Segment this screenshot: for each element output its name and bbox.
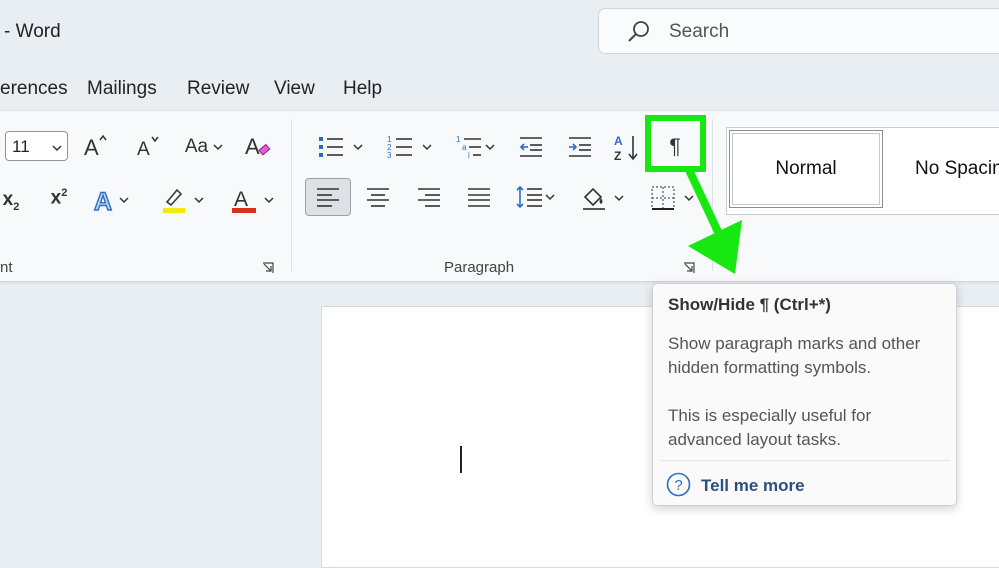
multilevel-list-icon: 1ai [456, 135, 481, 160]
align-left-icon [317, 188, 339, 207]
svg-text:A: A [614, 134, 623, 148]
paint-bucket-icon [583, 187, 605, 210]
chevron-down-icon [353, 144, 363, 151]
align-center-icon [367, 188, 389, 207]
tab-references[interactable]: erences [0, 78, 68, 100]
sort-button[interactable]: AZ [612, 131, 642, 163]
shrink-font-button[interactable]: A [135, 131, 163, 161]
svg-text:a: a [462, 143, 467, 152]
help-icon[interactable]: ? [666, 472, 691, 502]
font-group-label: nt [0, 259, 13, 276]
increase-indent-icon [569, 137, 591, 157]
numbering-icon: 123 [387, 135, 412, 160]
text-cursor [460, 446, 462, 473]
chevron-down-icon [213, 144, 223, 151]
annotation-highlight-box [645, 115, 706, 172]
highlighter-icon [163, 188, 185, 213]
multilevel-list-button[interactable]: 1ai [452, 133, 498, 161]
chevron-down-icon [422, 144, 432, 151]
tell-me-more-link[interactable]: Tell me more [701, 476, 805, 496]
decrease-indent-button[interactable] [516, 133, 546, 161]
text-effects-icon: A [93, 187, 112, 214]
chevron-down-icon [485, 144, 495, 151]
show-hide-tooltip: Show/Hide ¶ (Ctrl+*) Show paragraph mark… [652, 283, 957, 506]
tooltip-divider [661, 460, 950, 461]
change-case-button[interactable]: Aa [180, 133, 228, 161]
superscript-icon: x2 [50, 186, 68, 209]
line-spacing-icon [516, 185, 542, 209]
text-effects-button[interactable]: A [90, 185, 132, 215]
group-separator [291, 119, 292, 271]
style-normal-label: Normal [775, 158, 837, 179]
ribbon: 11 A A Aa A x2 x2 A A nt 1 2 3 1 a i A Z… [0, 110, 999, 282]
chevron-down-icon [52, 140, 62, 158]
styles-gallery: Normal No Spacin [726, 127, 999, 215]
tooltip-description: Show paragraph marks and other hidden fo… [668, 334, 921, 377]
annotation-arrow-icon [686, 168, 742, 274]
bullets-button[interactable] [313, 133, 367, 161]
align-left-button[interactable] [305, 178, 351, 216]
svg-text:A: A [137, 139, 150, 160]
tab-view[interactable]: View [274, 78, 315, 100]
justify-icon [468, 188, 490, 207]
svg-text:A: A [94, 188, 112, 214]
chevron-down-icon [119, 197, 129, 204]
line-spacing-button[interactable] [512, 183, 558, 211]
chevron-down-icon [264, 197, 274, 204]
bullets-icon [319, 137, 343, 157]
tab-review[interactable]: Review [187, 78, 249, 100]
tab-help[interactable]: Help [343, 78, 382, 100]
style-no-spacing-label: No Spacin [915, 158, 999, 179]
subscript-icon: x2 [2, 189, 20, 213]
font-size-value: 11 [12, 137, 30, 156]
paragraph-group-label: Paragraph [444, 259, 515, 276]
svg-text:A: A [84, 135, 99, 160]
align-right-button[interactable] [416, 183, 442, 211]
window-title: - Word [4, 21, 61, 42]
chevron-down-icon [614, 195, 624, 202]
tab-mailings[interactable]: Mailings [87, 78, 157, 100]
svg-text:?: ? [674, 477, 682, 494]
tooltip-tip: This is especially useful for advanced l… [668, 406, 872, 449]
chevron-down-icon [194, 197, 204, 204]
font-color-button[interactable]: A [226, 185, 278, 215]
font-dialog-launcher-icon[interactable] [262, 261, 274, 279]
font-size-combobox[interactable]: 11 [5, 131, 68, 161]
sort-icon: AZ [614, 134, 638, 162]
change-case-label: Aa [184, 136, 209, 157]
svg-text:3: 3 [387, 151, 392, 160]
clear-formatting-button[interactable]: A [244, 131, 274, 161]
svg-text:1: 1 [456, 135, 461, 144]
svg-text:Z: Z [614, 149, 621, 162]
align-right-icon [418, 188, 440, 207]
highlight-color-button[interactable] [156, 185, 208, 215]
style-no-spacing[interactable]: No Spacin [887, 130, 999, 208]
style-normal[interactable]: Normal [729, 130, 883, 208]
tooltip-title: Show/Hide ¶ (Ctrl+*) [668, 295, 831, 314]
chevron-down-icon [545, 194, 555, 201]
shading-button[interactable] [576, 183, 628, 213]
grow-font-button[interactable]: A [82, 131, 110, 161]
svg-text:A: A [245, 134, 260, 159]
grow-font-icon: A [84, 134, 107, 160]
svg-text:i: i [468, 151, 470, 160]
borders-icon [651, 186, 675, 210]
search-box[interactable]: Search [598, 8, 999, 54]
decrease-indent-icon [519, 137, 542, 157]
subscript-button[interactable]: x2 [0, 185, 22, 217]
numbering-button[interactable]: 123 [382, 133, 436, 161]
search-placeholder: Search [669, 21, 730, 42]
justify-button[interactable] [466, 183, 492, 211]
center-button[interactable] [365, 183, 391, 211]
svg-text:A: A [234, 188, 248, 211]
superscript-button[interactable]: x2 [47, 183, 71, 213]
font-color-icon: A [232, 188, 256, 213]
increase-indent-button[interactable] [565, 133, 595, 161]
clear-formatting-icon: A [245, 134, 271, 159]
shrink-font-icon: A [137, 136, 159, 160]
search-icon [627, 20, 651, 49]
